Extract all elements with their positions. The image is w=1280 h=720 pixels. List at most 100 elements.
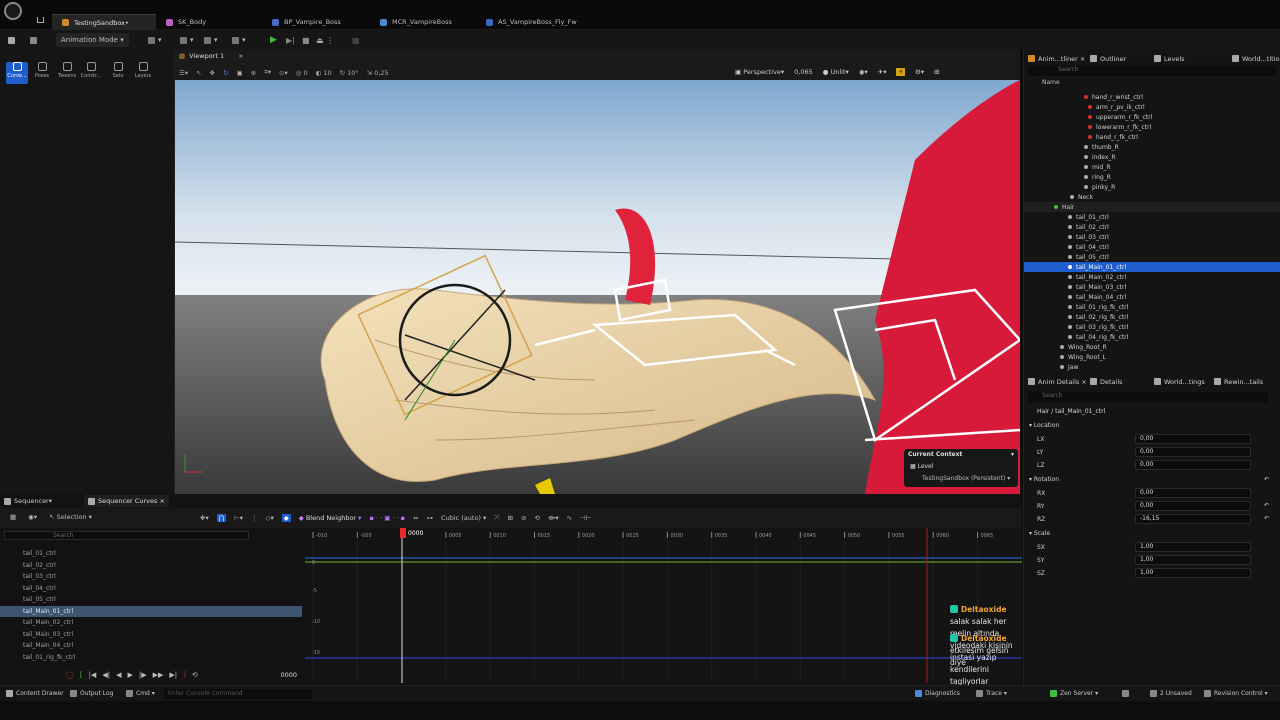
trace-dropdown[interactable]: Trace ▾	[976, 690, 1007, 697]
tab-sk-body[interactable]: SK_Body	[156, 14, 256, 30]
snap-icon[interactable]: ⌗▾	[264, 68, 271, 77]
play-button[interactable]: ▶	[270, 33, 277, 47]
sy-field[interactable]: 1,00	[1135, 555, 1251, 565]
rot-snap[interactable]: ◐ 10	[316, 69, 332, 77]
playhead-icon[interactable]	[400, 528, 406, 538]
ly-field[interactable]: 0,00	[1135, 447, 1251, 457]
tab-bp-vampire-boss[interactable]: BP_Vampire_Boss	[262, 14, 370, 30]
curve-list-item[interactable]: tail_Main_03_ctrl	[0, 629, 302, 640]
next-frame-button[interactable]: |▶	[139, 671, 147, 679]
key-button[interactable]: [	[80, 671, 83, 679]
play-button[interactable]: ▶	[127, 671, 132, 679]
home-icon[interactable]	[37, 17, 44, 23]
to-start-button[interactable]: |◀	[89, 671, 97, 679]
next-key-button[interactable]: ▶▶	[153, 671, 164, 679]
world-icon[interactable]: ⊕	[251, 69, 256, 77]
curve-list-item[interactable]: tail_01_rig_fk_ctrl	[0, 652, 302, 663]
curve-graph[interactable]: -010 -005 0005 0010 0015 0020 0025 0030 0035 0040…	[305, 528, 1022, 683]
blueprint-icon[interactable]: ▾	[180, 33, 194, 47]
content-drawer-button[interactable]: Content Drawer	[6, 690, 64, 697]
loop-icon[interactable]: ⟲	[534, 514, 539, 522]
output-log-button[interactable]: Output Log	[70, 690, 113, 697]
key-icon[interactable]: ◇▾	[266, 514, 274, 522]
magnet-icon[interactable]: ⋂	[216, 513, 227, 522]
angle-snap[interactable]: ↻ 10°	[340, 69, 359, 77]
prev-frame-button[interactable]: ◀	[116, 671, 121, 679]
mode-sets[interactable]: Sets	[107, 62, 129, 79]
tree-item[interactable]: tail_Main_01_ctrl	[1024, 262, 1280, 272]
tab-outliner[interactable]: Outliner	[1090, 53, 1126, 64]
lz-field[interactable]: 0,00	[1135, 460, 1251, 470]
platforms-icon[interactable]: ▦	[352, 33, 360, 47]
mode-poses[interactable]: Poses	[31, 62, 53, 79]
lit-dropdown[interactable]: ● Unlit▾	[823, 68, 849, 76]
sx-field[interactable]: 1,00	[1135, 542, 1251, 552]
scale-icon[interactable]: ▣	[236, 69, 242, 77]
tree-item[interactable]: Wing_Root_L	[1024, 352, 1280, 362]
show-icon[interactable]: ◉▾	[859, 68, 868, 76]
tab-anim-details[interactable]: Anim Details ×	[1028, 376, 1087, 387]
context-collapse-icon[interactable]: ▾	[1011, 451, 1014, 458]
tab-world-partition[interactable]: World...tition	[1232, 53, 1280, 64]
viewport-tools[interactable]: ☰▾ ↖ ✥ ↻ ▣ ⊕ ⌗▾ ⊙▾ ◎ 0 ◐ 10 ↻ 10° ⇲ 0,25	[179, 68, 389, 77]
selection-dropdown[interactable]: ↖ Selection ▾	[49, 513, 92, 521]
scale-snap[interactable]: ⇲ 0,25	[367, 69, 389, 77]
tree-item[interactable]: tail_Main_04_ctrl	[1024, 292, 1280, 302]
reset-icon[interactable]: ↶	[1264, 502, 1269, 509]
mode-tweens[interactable]: Tweens	[56, 62, 78, 79]
menu-icon[interactable]: ☰▾	[179, 69, 188, 77]
retime-icon[interactable]: ⊣⊢	[580, 514, 591, 522]
tangent-icon-3[interactable]: ⊘	[521, 514, 526, 522]
mode-dropdown[interactable]: Animation Mode ▾	[56, 33, 129, 47]
tab-sequencer[interactable]: Sequencer ▾	[4, 497, 52, 505]
perf-icon[interactable]: ✈▾	[878, 68, 887, 76]
tree-item[interactable]: tail_04_rig_fk_ctrl	[1024, 332, 1280, 342]
realtime-icon[interactable]: ⚡	[896, 68, 906, 76]
revision-control-dropdown[interactable]: Revision Control ▾	[1204, 690, 1268, 697]
level-dropdown[interactable]: TestingSandbox (Persistent) ▾	[922, 475, 1010, 482]
tree-item[interactable]: Neck	[1024, 192, 1280, 202]
blend-slider[interactable]: ▪ · · ▣ · · ▪	[369, 514, 405, 522]
tween-icon[interactable]: ◆	[281, 513, 291, 522]
curve-list-item[interactable]: tail_Main_02_ctrl	[0, 617, 302, 628]
tree-item[interactable]: tail_01_rig_fk_ctrl	[1024, 302, 1280, 312]
tree-item[interactable]: arm_r_pv_ik_ctrl	[1024, 102, 1280, 112]
interp-dropdown[interactable]: Cubic (auto) ▾	[441, 514, 486, 522]
step-button[interactable]: ▶|	[286, 33, 295, 47]
current-frame[interactable]: 0000	[280, 671, 297, 679]
settings-icon[interactable]: ⚙▾	[915, 68, 924, 76]
record-button[interactable]: ◯	[66, 671, 74, 679]
curve-list-item[interactable]: tail_01_ctrl	[0, 548, 302, 559]
tangent-icon-2[interactable]: ⊞	[508, 514, 513, 522]
options-icon[interactable]: ⋮	[251, 514, 258, 522]
tree-item[interactable]: ring_R	[1024, 172, 1280, 182]
tree-item[interactable]: tail_02_rig_fk_ctrl	[1024, 312, 1280, 322]
reset-icon[interactable]: ↶	[1264, 515, 1269, 522]
curve-list-item[interactable]: tail_Main_04_ctrl	[0, 640, 302, 651]
tree-item[interactable]: hand_r_wrist_ctrl	[1024, 92, 1280, 102]
zen-server-dropdown[interactable]: Zen Server ▾	[1050, 690, 1098, 697]
tree-item[interactable]: tail_01_ctrl	[1024, 212, 1280, 222]
location-section[interactable]: ▾ Location	[1024, 420, 1280, 433]
tab-rewind-details[interactable]: Rewin...tails	[1214, 376, 1263, 387]
tree-item[interactable]: tail_Main_03_ctrl	[1024, 282, 1280, 292]
move-icon[interactable]: ✥	[210, 69, 215, 77]
perspective-dropdown[interactable]: ▣ Perspective▾	[735, 68, 784, 76]
rz-field[interactable]: -16,15	[1135, 514, 1251, 524]
curve-opts-icon[interactable]: ⟴▾	[548, 514, 559, 522]
mode-constraints[interactable]: Constr...	[80, 62, 102, 79]
details-search[interactable]: Search	[1028, 392, 1268, 402]
tree-item[interactable]: pinky_R	[1024, 182, 1280, 192]
mode-layers[interactable]: Layers	[132, 62, 154, 79]
view-icon[interactable]: ◉▾	[28, 513, 37, 521]
build-icon[interactable]: ▾	[232, 33, 246, 47]
blend-dropdown[interactable]: ◆ Blend Neighbor ▾	[299, 514, 362, 522]
prev-key-button[interactable]: ◀|	[102, 671, 110, 679]
rx-field[interactable]: 0,00	[1135, 488, 1251, 498]
tab-details[interactable]: Details	[1090, 376, 1123, 387]
filter-icon[interactable]: ∿	[567, 514, 572, 522]
rotate-icon[interactable]: ↻	[223, 69, 228, 77]
tree-item[interactable]: mid_R	[1024, 162, 1280, 172]
ry-field[interactable]: 0,00	[1135, 501, 1251, 511]
tab-sequencer-curves[interactable]: Sequencer Curves ×	[84, 495, 169, 507]
